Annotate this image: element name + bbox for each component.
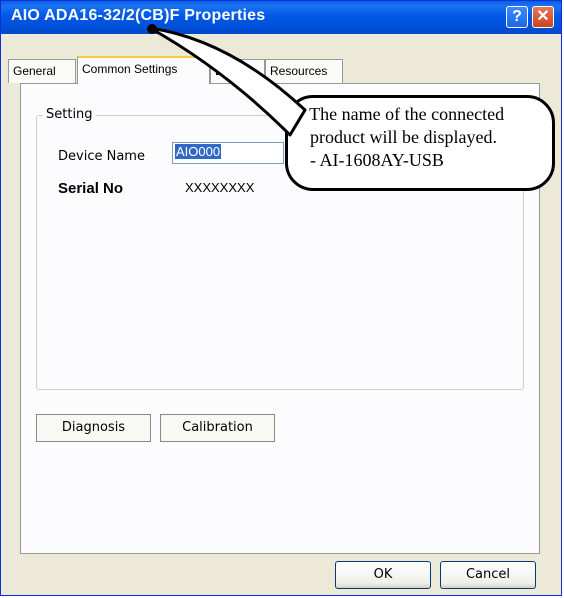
calibration-button-label: Calibration xyxy=(182,420,253,435)
ok-button[interactable]: OK xyxy=(335,561,431,589)
cancel-button-label: Cancel xyxy=(465,567,511,582)
callout-pointer xyxy=(147,24,307,137)
calibration-button[interactable]: Calibration xyxy=(160,414,275,442)
diagnosis-button[interactable]: Diagnosis xyxy=(36,414,151,442)
ok-button-label: OK xyxy=(373,567,393,582)
cancel-button[interactable]: Cancel xyxy=(440,561,536,589)
diagnosis-button-label: Diagnosis xyxy=(61,420,126,435)
